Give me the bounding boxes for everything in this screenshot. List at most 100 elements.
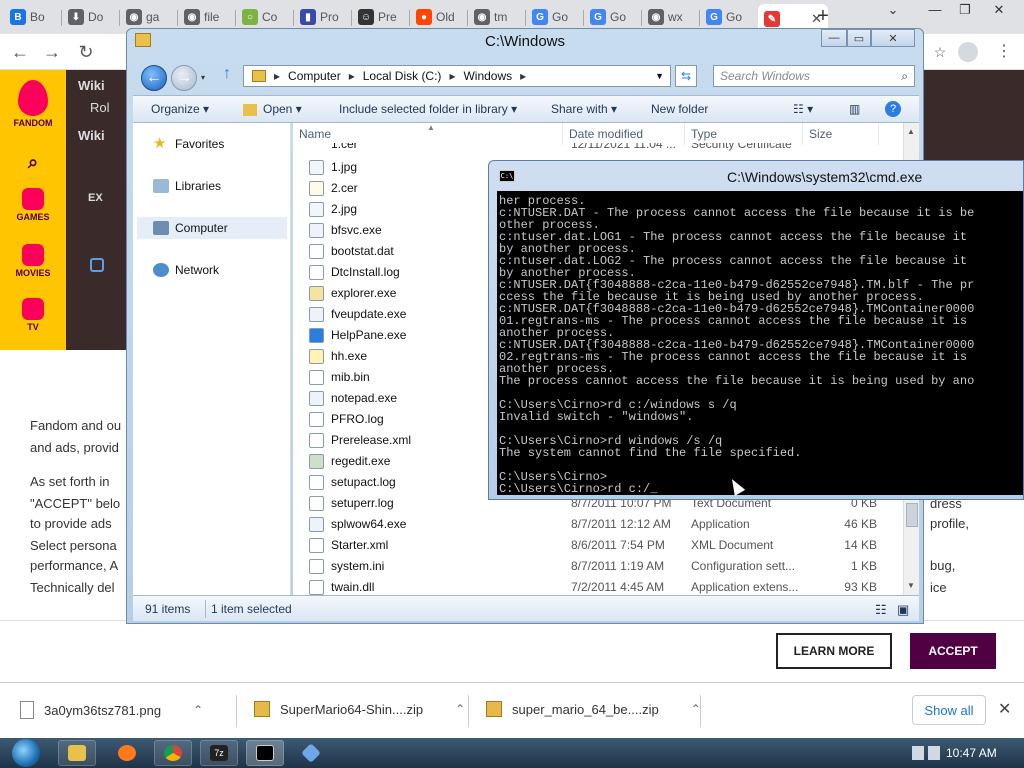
taskbar-7zip[interactable]: 7z bbox=[200, 740, 238, 766]
browser-tab-3[interactable]: ◉ file bbox=[178, 4, 234, 30]
taskbar-explorer[interactable] bbox=[58, 740, 96, 766]
taskbar-clock[interactable]: 10:47 AM bbox=[946, 746, 997, 760]
console-output[interactable]: her process. c:NTUSER.DAT - The process c… bbox=[497, 191, 1023, 495]
show-all-downloads-button[interactable]: Show all bbox=[912, 695, 986, 725]
file-row[interactable]: Starter.xml 8/6/2011 7:54 PM XML Document 1… bbox=[293, 535, 893, 556]
details-view-icon[interactable]: ☷ bbox=[875, 602, 887, 618]
scroll-up-icon[interactable]: ▲ bbox=[907, 127, 915, 136]
bookmark-star-icon[interactable]: ☆ bbox=[928, 40, 952, 64]
breadcrumb-windows[interactable]: Windows bbox=[463, 69, 512, 83]
nav-network[interactable]: Network bbox=[153, 263, 219, 277]
taskbar-firefox[interactable] bbox=[108, 740, 146, 766]
large-icons-view-icon[interactable]: ▣ bbox=[897, 602, 909, 618]
browser-tab-7[interactable]: ● Old bbox=[410, 4, 466, 30]
explorer-minimize-icon[interactable]: — bbox=[821, 29, 847, 47]
taskbar-app[interactable] bbox=[292, 740, 330, 766]
fandom-search-icon[interactable]: ⌕ bbox=[0, 152, 66, 173]
nav-computer[interactable]: Computer bbox=[153, 221, 228, 235]
file-row[interactable]: system.ini 8/7/2011 1:19 AM Configuration … bbox=[293, 556, 893, 577]
browser-tab-11[interactable]: ◉ wx bbox=[642, 4, 698, 30]
file-row-partial[interactable]: 1.cer 12/11/2021 11:04 ... Security Cert… bbox=[293, 143, 893, 155]
close-window-icon[interactable]: ✕ bbox=[986, 2, 1012, 22]
preview-pane-icon[interactable]: ▥ bbox=[849, 102, 860, 116]
browser-tab-5[interactable]: ▮ Pro bbox=[294, 4, 350, 30]
console-line: The system cannot find the file specifie… bbox=[499, 446, 802, 460]
open-button[interactable]: Open ▾ bbox=[243, 102, 302, 116]
view-options-icon[interactable]: ☷ ▾ bbox=[793, 102, 813, 116]
download-item[interactable]: 3a0ym36tsz781.png ⌃ bbox=[20, 701, 203, 719]
browser-tab-0[interactable]: B Bo bbox=[4, 4, 60, 30]
column-date[interactable]: Date modified bbox=[563, 123, 685, 145]
tab-favicon-icon: ◉ bbox=[126, 9, 142, 25]
back-icon[interactable]: ← bbox=[8, 40, 32, 64]
new-folder-button[interactable]: New folder bbox=[651, 102, 708, 116]
reload-icon[interactable]: ↻ bbox=[74, 40, 98, 64]
profile-avatar-icon[interactable] bbox=[956, 40, 980, 64]
column-type[interactable]: Type bbox=[685, 123, 803, 145]
taskbar-chrome[interactable] bbox=[154, 740, 192, 766]
search-input[interactable]: Search Windows ⌕ bbox=[713, 65, 915, 87]
file-type-icon bbox=[309, 244, 324, 259]
file-type-icon bbox=[309, 160, 324, 175]
nav-libraries[interactable]: Libraries bbox=[153, 179, 221, 193]
download-item[interactable]: super_mario_64_be....zip ⌃ bbox=[486, 701, 701, 717]
browser-tab-6[interactable]: ☺ Pre bbox=[352, 4, 408, 30]
file-type-icon bbox=[309, 328, 324, 343]
network-tray-icon[interactable] bbox=[912, 746, 924, 760]
recent-pages-dropdown-icon[interactable]: ▾ bbox=[201, 73, 205, 82]
rail-movies[interactable]: MOVIES bbox=[0, 244, 66, 278]
browser-tab-8[interactable]: ◉ tm bbox=[468, 4, 524, 30]
browser-tab-9[interactable]: G Go bbox=[526, 4, 582, 30]
organize-button[interactable]: Organize ▾ bbox=[151, 102, 209, 116]
rail-tv[interactable]: TV bbox=[0, 298, 66, 332]
file-row[interactable]: twain.dll 7/2/2011 4:45 AM Application ext… bbox=[293, 577, 893, 595]
lock-icon bbox=[90, 258, 104, 272]
address-bar[interactable]: ▸ Computer ▸ Local Disk (C:) ▸ Windows ▸… bbox=[243, 65, 671, 87]
nav-favorites[interactable]: ★ Favorites bbox=[153, 136, 224, 151]
refresh-icon[interactable]: ⇆ bbox=[675, 65, 697, 87]
include-in-library-button[interactable]: Include selected folder in library ▾ bbox=[339, 102, 517, 116]
movies-icon bbox=[22, 244, 44, 266]
share-with-button[interactable]: Share with ▾ bbox=[551, 102, 617, 116]
explorer-back-icon[interactable]: ← bbox=[141, 65, 167, 91]
fandom-global-nav: FANDOM ⌕ GAMES MOVIES TV bbox=[0, 70, 66, 350]
taskbar-cmd[interactable] bbox=[246, 740, 284, 766]
tab-search-icon[interactable]: ⌄ bbox=[880, 2, 906, 22]
file-type-icon bbox=[309, 223, 324, 238]
browser-tab-2[interactable]: ◉ ga bbox=[120, 4, 176, 30]
file-type-icon bbox=[309, 433, 324, 448]
column-size[interactable]: Size bbox=[803, 123, 879, 145]
explorer-forward-icon[interactable]: → bbox=[171, 65, 197, 91]
browser-tab-4[interactable]: ○ Co bbox=[236, 4, 292, 30]
minimize-icon[interactable]: — bbox=[922, 2, 948, 22]
volume-tray-icon[interactable] bbox=[928, 746, 940, 760]
restore-icon[interactable]: ❐ bbox=[952, 2, 978, 22]
close-download-bar-icon[interactable]: ✕ bbox=[998, 699, 1011, 719]
browser-tab-1[interactable]: ⬇ Do bbox=[62, 4, 118, 30]
download-options-chevron-icon[interactable]: ⌃ bbox=[455, 702, 465, 716]
up-folder-icon[interactable]: ↑ bbox=[223, 65, 231, 83]
breadcrumb-computer[interactable]: Computer bbox=[288, 69, 341, 83]
menu-dots-icon[interactable]: ⋮ bbox=[992, 40, 1016, 64]
scroll-down-icon[interactable]: ▼ bbox=[907, 581, 915, 590]
explorer-maximize-icon[interactable]: ▭ bbox=[847, 29, 871, 47]
help-icon[interactable]: ? bbox=[885, 101, 901, 117]
start-button[interactable] bbox=[4, 738, 48, 768]
download-item[interactable]: SuperMario64-Shin....zip ⌃ bbox=[254, 701, 465, 717]
file-row[interactable]: splwow64.exe 8/7/2011 12:12 AM Application… bbox=[293, 514, 893, 535]
breadcrumb-local-disk[interactable]: Local Disk (C:) bbox=[363, 69, 442, 83]
new-tab-button[interactable]: + bbox=[812, 6, 834, 28]
cmd-window-icon: C:\ bbox=[499, 170, 515, 182]
scroll-thumb[interactable] bbox=[906, 503, 918, 527]
download-options-chevron-icon[interactable]: ⌃ bbox=[193, 703, 203, 717]
rail-games[interactable]: GAMES bbox=[0, 188, 66, 222]
address-dropdown-icon[interactable]: ▼ bbox=[655, 71, 664, 81]
accept-button[interactable]: ACCEPT bbox=[910, 633, 996, 669]
forward-icon[interactable]: → bbox=[40, 40, 64, 64]
learn-more-button[interactable]: LEARN MORE bbox=[776, 633, 892, 669]
browser-tab-12[interactable]: G Go bbox=[700, 4, 756, 30]
browser-tab-10[interactable]: G Go bbox=[584, 4, 640, 30]
windows-orb-icon bbox=[12, 739, 40, 767]
explorer-close-icon[interactable]: ✕ bbox=[871, 29, 915, 47]
fandom-logo[interactable]: FANDOM bbox=[0, 80, 66, 128]
